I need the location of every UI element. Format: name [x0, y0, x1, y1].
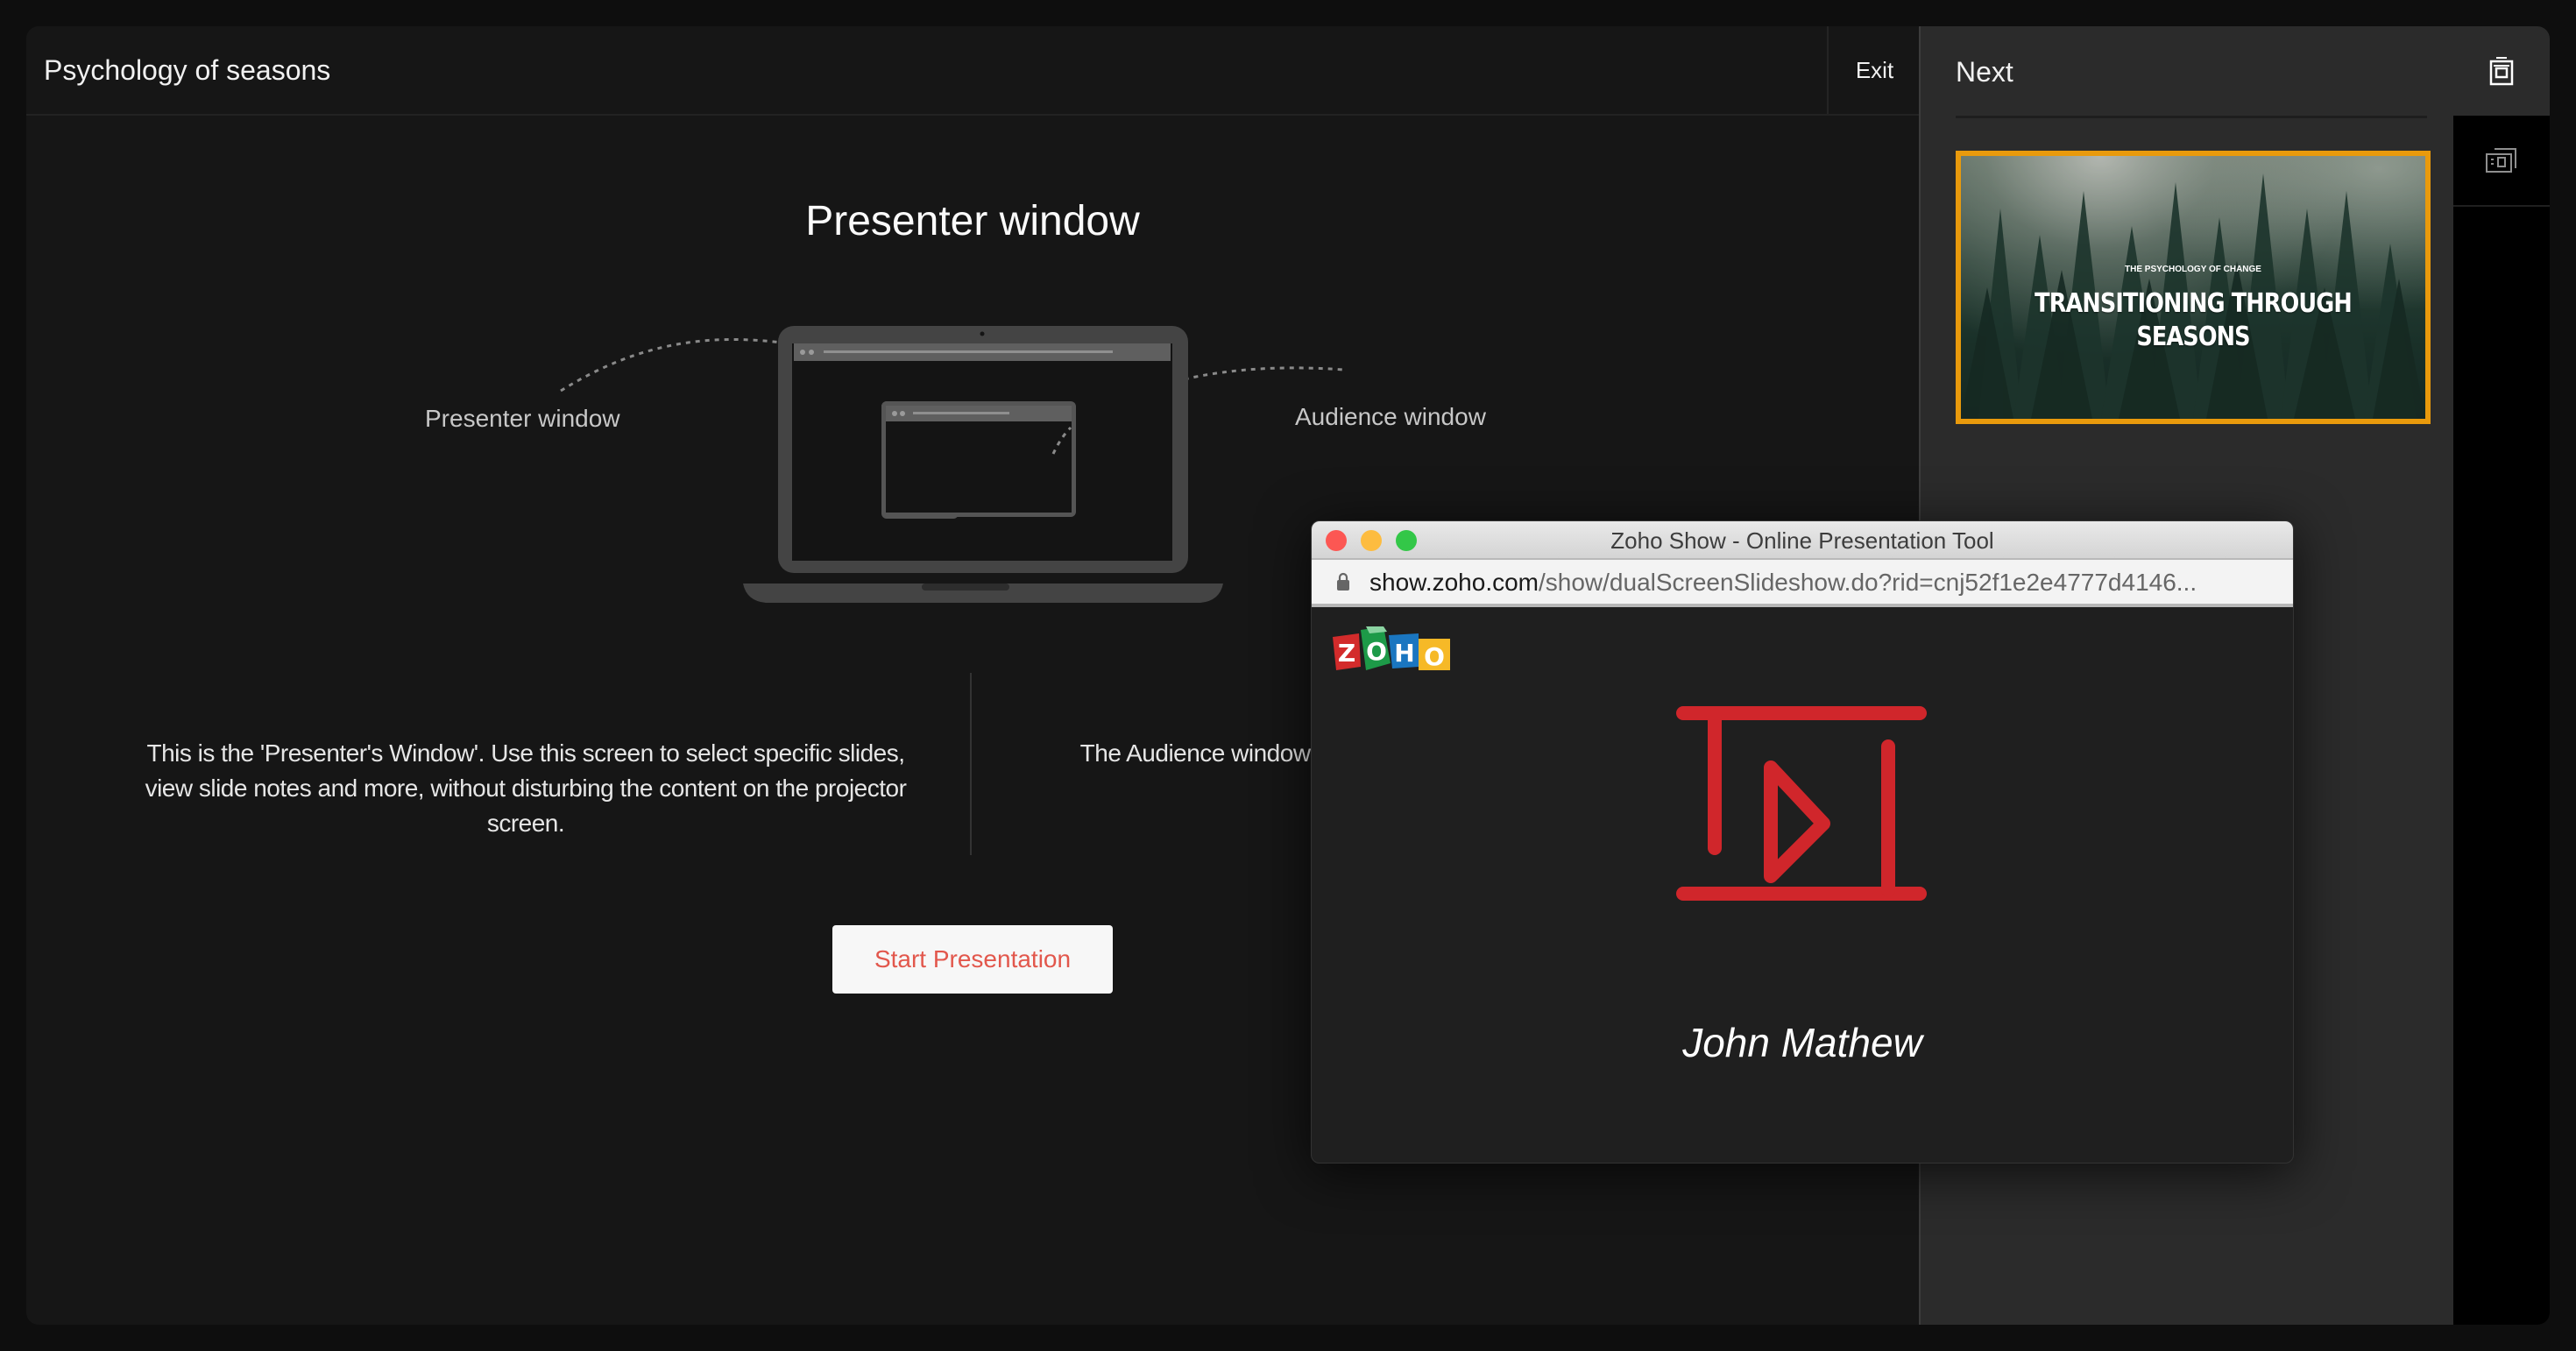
slides-view-tab[interactable]	[2453, 116, 2550, 207]
description-divider	[970, 673, 972, 855]
url-path: /show/dualScreenSlideshow.do?rid=cnj52f1…	[1539, 569, 2197, 596]
presenter-window-label: Presenter window	[425, 405, 620, 432]
next-panel-separator	[1956, 116, 2427, 118]
popup-window-title: Zoho Show - Online Presentation Tool	[1610, 527, 1994, 554]
view-icon-strip	[2453, 26, 2550, 1325]
lock-icon	[1337, 572, 1349, 591]
next-slide-thumbnail[interactable]: THE PSYCHOLOGY OF CHANGE TRANSITIONING T…	[1956, 151, 2431, 424]
page-heading: Presenter window	[805, 198, 1140, 244]
svg-text:O: O	[1366, 637, 1387, 666]
exit-button[interactable]: Exit	[1827, 26, 1921, 114]
url-host: show.zoho.com	[1369, 569, 1539, 596]
top-bar: Psychology of seasons Exit	[26, 26, 1919, 116]
presenter-description: This is the 'Presenter's Window'. Use th…	[145, 739, 907, 837]
zoho-logo: Z O H O	[1333, 626, 1450, 671]
svg-text:O: O	[1424, 642, 1445, 671]
audience-window-label: Audience window	[1295, 403, 1486, 430]
deck-title: Psychology of seasons	[44, 54, 331, 86]
start-presentation-button[interactable]: Start Presentation	[832, 925, 1113, 994]
popup-url: show.zoho.com/show/dualScreenSlideshow.d…	[1369, 560, 2197, 604]
next-panel-title: Next	[1956, 56, 2013, 88]
presenter-pointer-curve	[560, 337, 789, 393]
presenter-view-tab[interactable]	[2453, 26, 2550, 116]
slide-title: TRANSITIONING THROUGH SEASONS	[2035, 288, 2353, 352]
popup-address-bar[interactable]: show.zoho.com/show/dualScreenSlideshow.d…	[1312, 560, 2293, 607]
audience-popup-window: Zoho Show - Online Presentation Tool sho…	[1311, 520, 2294, 1164]
zoho-show-icon	[1676, 706, 1927, 901]
svg-text:H: H	[1394, 639, 1414, 668]
slide-subtitle: THE PSYCHOLOGY OF CHANGE	[2125, 265, 2261, 274]
presenter-name: John Mathew	[1682, 1020, 1922, 1065]
popup-titlebar[interactable]: Zoho Show - Online Presentation Tool	[1312, 521, 2293, 560]
svg-text:Z: Z	[1338, 639, 1355, 668]
slides-view-icon	[2486, 148, 2516, 173]
presenter-view-icon	[2489, 57, 2514, 86]
